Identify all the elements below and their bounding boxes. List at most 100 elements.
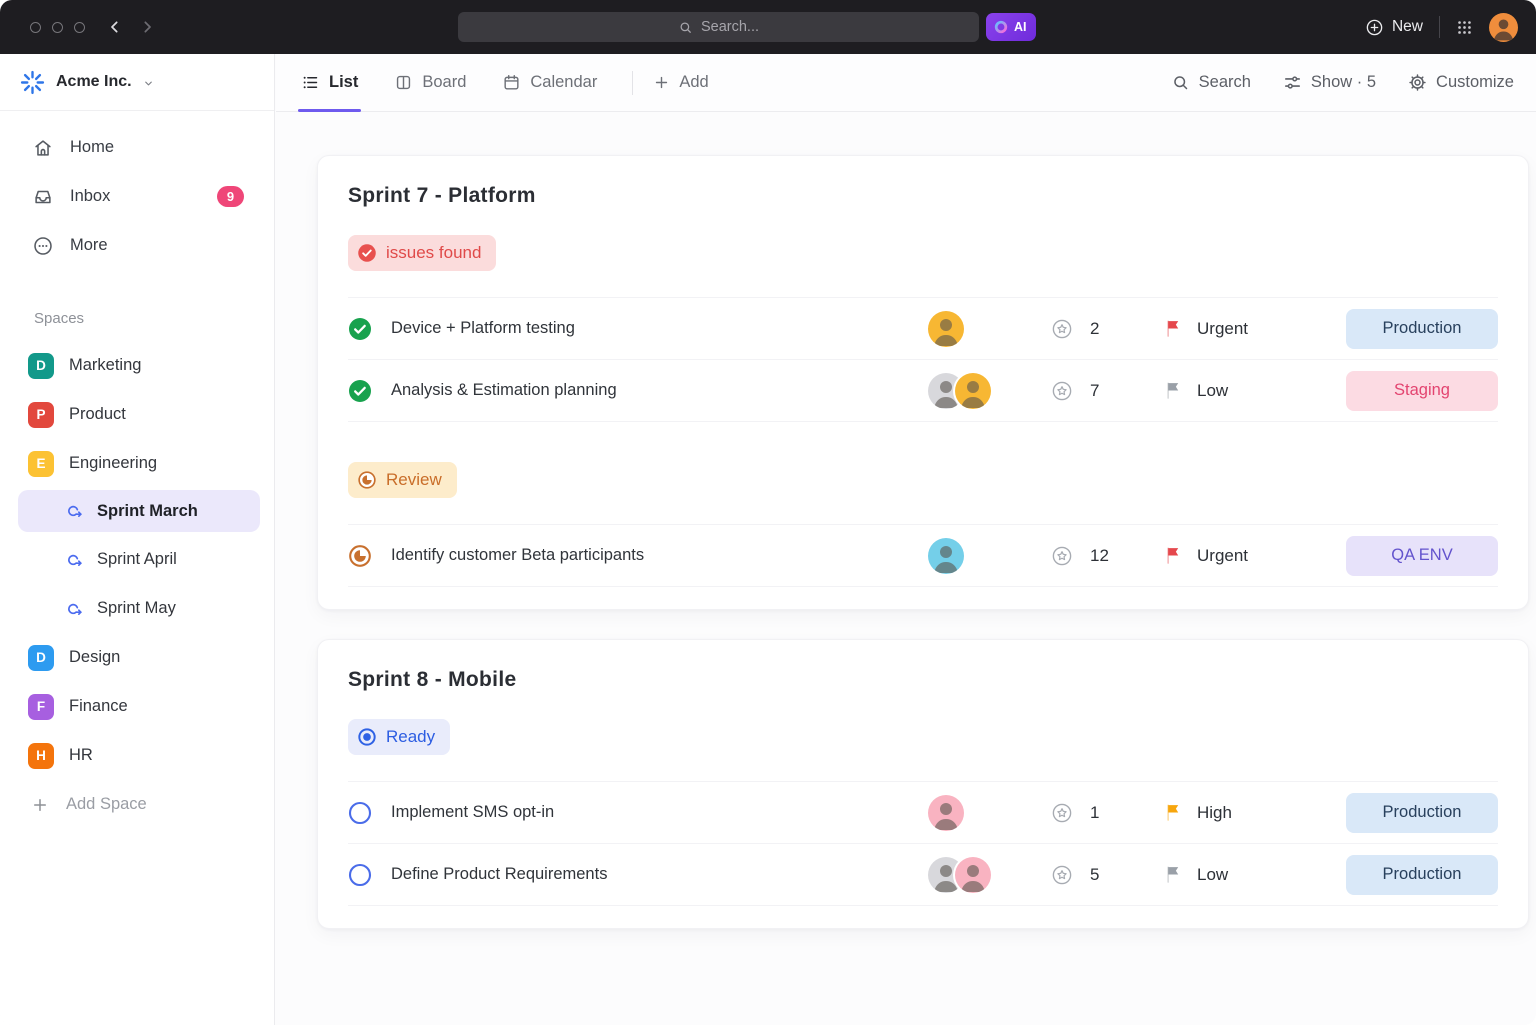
sidebar-sprint-april[interactable]: Sprint April xyxy=(0,535,274,584)
tab-label: List xyxy=(329,73,358,92)
points-value: 1 xyxy=(1090,803,1099,823)
space-avatar: E xyxy=(28,451,54,477)
tab-list[interactable]: List xyxy=(298,54,361,112)
tab-board[interactable]: Board xyxy=(391,54,469,112)
apps-grid-icon[interactable] xyxy=(1456,19,1473,36)
sidebar-item-more[interactable]: More xyxy=(0,221,274,270)
window-control-dot[interactable] xyxy=(74,22,85,33)
show-filters-button[interactable]: Show · 5 xyxy=(1283,73,1376,92)
points-value: 7 xyxy=(1090,381,1099,401)
sprint-loop-icon xyxy=(64,599,84,619)
priority-label: Low xyxy=(1197,865,1228,885)
assignee-avatars[interactable] xyxy=(928,311,1051,347)
sidebar-item-inbox[interactable]: Inbox 9 xyxy=(0,172,274,221)
tab-calendar[interactable]: Calendar xyxy=(499,54,600,112)
task-row[interactable]: Define Product Requirements xyxy=(348,843,1498,905)
avatar xyxy=(928,538,964,574)
add-view-label: Add xyxy=(679,73,708,92)
task-row[interactable]: Analysis & Estimation planning xyxy=(348,359,1498,421)
task-status-open-icon[interactable] xyxy=(348,801,391,825)
gear-icon xyxy=(1408,73,1427,92)
status-group-badge-ready[interactable]: Ready xyxy=(348,719,450,755)
window-control-dot[interactable] xyxy=(52,22,63,33)
sidebar-sprint-may[interactable]: Sprint May xyxy=(0,584,274,633)
priority[interactable]: Low xyxy=(1164,380,1346,401)
sprint-points[interactable]: 1 xyxy=(1051,802,1164,824)
calendar-icon xyxy=(502,73,521,92)
customize-button[interactable]: Customize xyxy=(1408,73,1514,92)
task-row[interactable]: Implement SMS opt-in 1 xyxy=(348,781,1498,843)
task-name[interactable]: Device + Platform testing xyxy=(391,319,928,338)
sidebar-item-home[interactable]: Home xyxy=(0,123,274,172)
sprint-points[interactable]: 2 xyxy=(1051,318,1164,340)
priority[interactable]: Low xyxy=(1164,864,1346,885)
star-circle-icon xyxy=(1051,318,1073,340)
more-ellipsis-icon xyxy=(32,235,54,257)
task-name[interactable]: Identify customer Beta participants xyxy=(391,546,928,565)
show-label: Show · 5 xyxy=(1311,73,1376,92)
assignee-avatars[interactable] xyxy=(928,795,1051,831)
sidebar: Acme Inc. Home Inbox 9 xyxy=(0,54,275,1025)
assignee-avatars[interactable] xyxy=(928,857,1051,893)
status-group-badge-issues-found[interactable]: issues found xyxy=(348,235,496,271)
task-row[interactable]: Device + Platform testing 2 xyxy=(348,297,1498,359)
environment-badge[interactable]: Production xyxy=(1346,309,1498,349)
add-space-button[interactable]: Add Space xyxy=(0,780,274,829)
sidebar-space-hr[interactable]: H HR xyxy=(0,731,274,780)
view-bar: List Board Calendar Add xyxy=(276,54,1536,112)
sidebar-item-label: Inbox xyxy=(70,187,110,206)
sprint-group-card: Sprint 7 - Platform issues found xyxy=(317,155,1529,610)
flag-icon xyxy=(1164,802,1182,823)
spaces-heading: Spaces xyxy=(34,310,274,327)
task-status-open-icon[interactable] xyxy=(348,863,391,887)
sidebar-space-design[interactable]: D Design xyxy=(0,633,274,682)
ai-button[interactable]: AI xyxy=(986,13,1036,41)
task-status-done-icon[interactable] xyxy=(348,379,391,403)
task-name[interactable]: Analysis & Estimation planning xyxy=(391,381,928,400)
sidebar-space-finance[interactable]: F Finance xyxy=(0,682,274,731)
global-search-input[interactable]: Search... xyxy=(458,12,979,42)
task-row[interactable]: Identify customer Beta participants 12 xyxy=(348,524,1498,586)
status-group-badge-review[interactable]: Review xyxy=(348,462,457,498)
environment-badge[interactable]: Staging xyxy=(1346,371,1498,411)
flag-icon xyxy=(1164,318,1182,339)
user-avatar[interactable] xyxy=(1489,13,1518,42)
sprint-label: Sprint March xyxy=(97,502,198,521)
assignee-avatars[interactable] xyxy=(928,373,1051,409)
priority[interactable]: Urgent xyxy=(1164,318,1346,339)
environment-badge[interactable]: Production xyxy=(1346,793,1498,833)
forward-arrow-icon[interactable] xyxy=(139,19,155,35)
search-icon xyxy=(678,20,693,35)
task-name[interactable]: Implement SMS opt-in xyxy=(391,803,928,822)
environment-badge[interactable]: Production xyxy=(1346,855,1498,895)
task-status-done-icon[interactable] xyxy=(348,317,391,341)
tab-label: Calendar xyxy=(530,73,597,92)
app-window: Search... AI New xyxy=(0,0,1536,1025)
sidebar-space-engineering[interactable]: E Engineering xyxy=(0,439,274,488)
assignee-avatars[interactable] xyxy=(928,538,1051,574)
back-arrow-icon[interactable] xyxy=(107,19,123,35)
sprint-points[interactable]: 7 xyxy=(1051,380,1164,402)
environment-badge[interactable]: QA ENV xyxy=(1346,536,1498,576)
target-circle-icon xyxy=(357,727,377,747)
sidebar-space-marketing[interactable]: D Marketing xyxy=(0,341,274,390)
sidebar-sprint-march[interactable]: Sprint March xyxy=(18,490,260,532)
list-search-button[interactable]: Search xyxy=(1171,73,1251,92)
task-status-in-review-icon[interactable] xyxy=(348,544,391,568)
priority[interactable]: High xyxy=(1164,802,1346,823)
workspace-switcher[interactable]: Acme Inc. xyxy=(0,54,274,111)
priority[interactable]: Urgent xyxy=(1164,545,1346,566)
sidebar-space-product[interactable]: P Product xyxy=(0,390,274,439)
check-circle-icon xyxy=(357,243,377,263)
sprint-points[interactable]: 12 xyxy=(1051,545,1164,567)
window-control-dot[interactable] xyxy=(30,22,41,33)
star-circle-icon xyxy=(1051,802,1073,824)
add-view-button[interactable]: Add xyxy=(653,73,708,92)
avatar xyxy=(928,795,964,831)
sprint-label: Sprint May xyxy=(97,599,176,618)
viewbar-divider xyxy=(632,71,633,95)
new-button[interactable]: New xyxy=(1365,18,1423,37)
sprint-points[interactable]: 5 xyxy=(1051,864,1164,886)
task-name[interactable]: Define Product Requirements xyxy=(391,865,928,884)
priority-label: Low xyxy=(1197,381,1228,401)
